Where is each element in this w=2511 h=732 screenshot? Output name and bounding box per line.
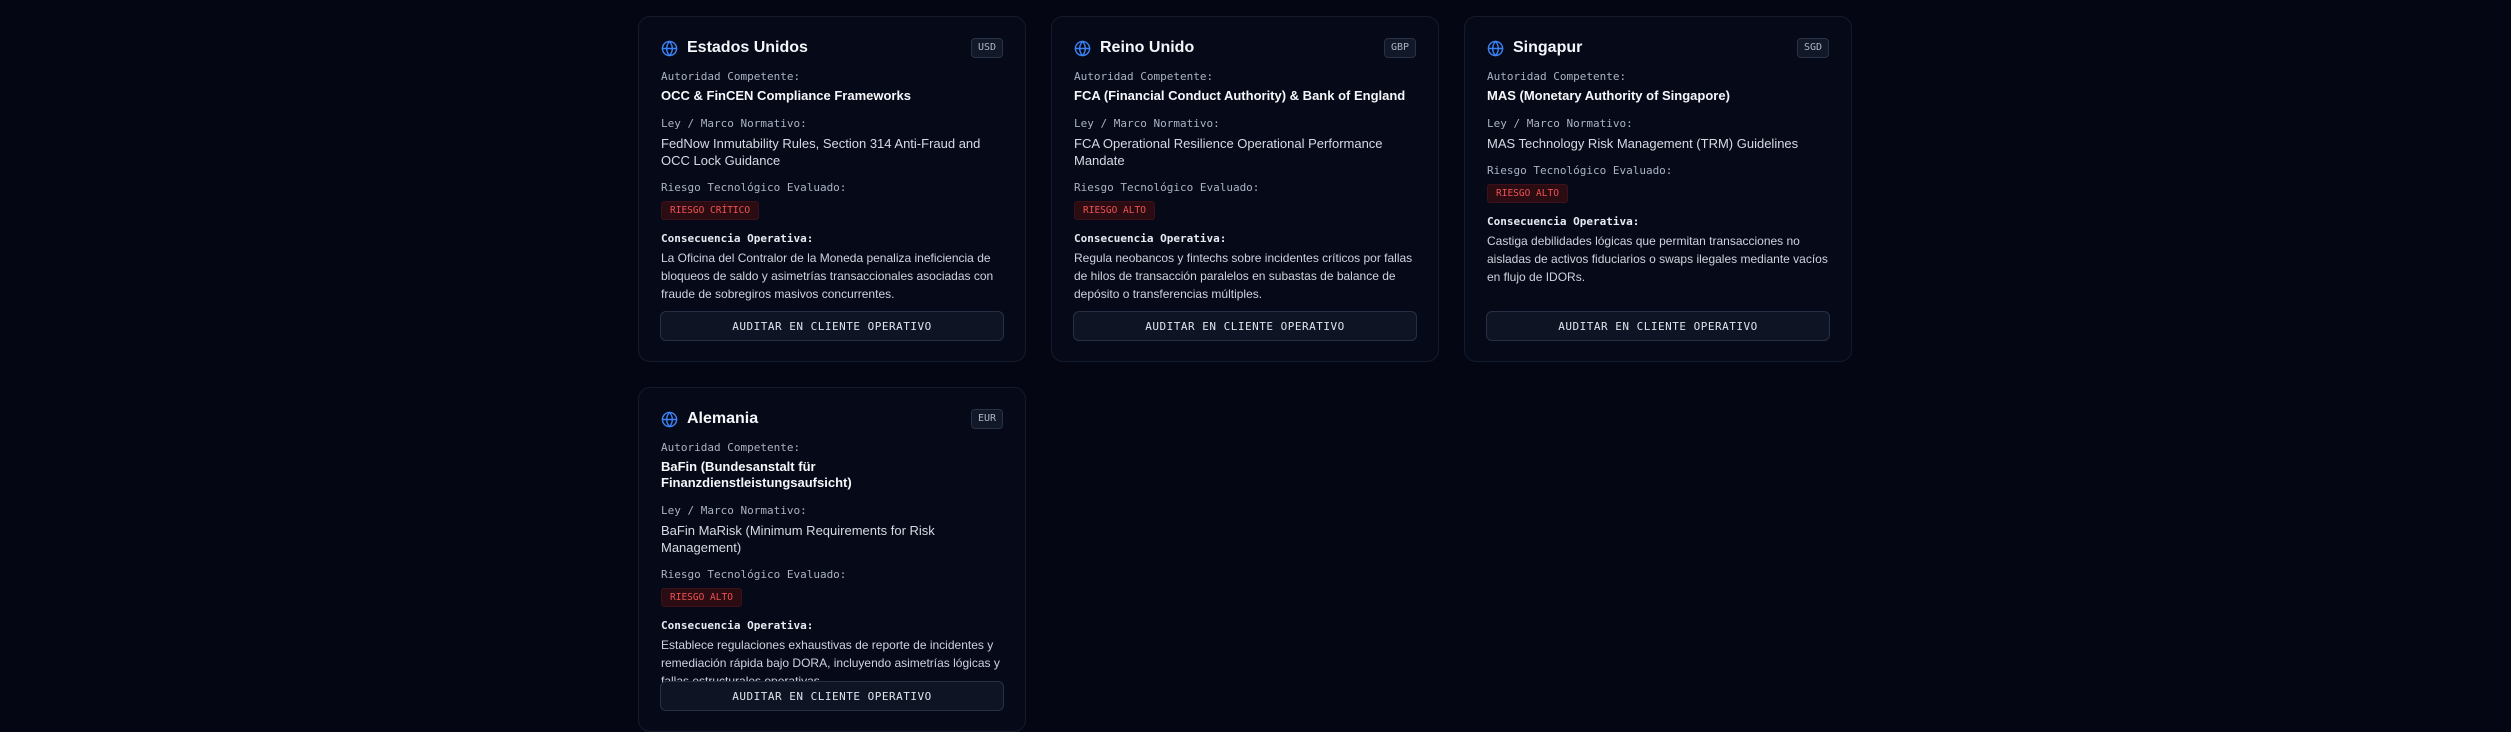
country-name: Reino Unido [1100, 39, 1195, 56]
authority-label: Autoridad Competente: [661, 70, 801, 83]
consequence-label: Consecuencia Operativa: [661, 232, 814, 245]
currency-badge: GBP [1383, 38, 1416, 58]
currency-badge: SGD [1796, 38, 1829, 58]
country-name: Singapur [1513, 39, 1583, 56]
consequence-label: Consecuencia Operativa: [661, 619, 814, 632]
audit-button[interactable]: AUDITAR EN CLIENTE OPERATIVO [1486, 311, 1830, 341]
law-label: Ley / Marco Normativo: [1487, 117, 1633, 130]
card-title-wrap: Singapur [1487, 39, 1582, 57]
authority-value: OCC & FinCEN Compliance Frameworks [661, 88, 911, 103]
jurisdiction-card: Singapur SGD Autoridad Competente: MAS (… [1464, 16, 1852, 362]
risk-badge: RIESGO CRÍTICO [661, 201, 760, 220]
authority-label: Autoridad Competente: [661, 441, 801, 454]
consequence-value: Castiga debilidades lógicas que permitan… [1487, 234, 1828, 284]
consequence-label: Consecuencia Operativa: [1074, 232, 1227, 245]
consequence-value: La Oficina del Contralor de la Moneda pe… [661, 251, 994, 301]
audit-button[interactable]: AUDITAR EN CLIENTE OPERATIVO [660, 311, 1004, 341]
globe-icon [1074, 40, 1091, 56]
country-name: Estados Unidos [687, 39, 808, 56]
audit-button[interactable]: AUDITAR EN CLIENTE OPERATIVO [1073, 311, 1417, 341]
risk-badge: RIESGO ALTO [661, 588, 742, 607]
card-header: Alemania EUR [661, 407, 1003, 431]
consequence-value: Regula neobancos y fintechs sobre incide… [1074, 251, 1413, 301]
globe-icon [661, 40, 678, 56]
risk-badge: RIESGO ALTO [1074, 201, 1155, 220]
card-header: Singapur SGD [1487, 36, 1829, 60]
law-label: Ley / Marco Normativo: [1074, 117, 1220, 130]
currency-badge: EUR [970, 409, 1003, 429]
authority-value: MAS (Monetary Authority of Singapore) [1487, 88, 1730, 103]
jurisdiction-card: Alemania EUR Autoridad Competente: BaFin… [638, 387, 1026, 732]
jurisdiction-grid: Estados Unidos USD Autoridad Competente:… [638, 16, 1856, 732]
risk-badge: RIESGO ALTO [1487, 184, 1568, 203]
law-value: FCA Operational Resilience Operational P… [1074, 136, 1383, 168]
jurisdiction-card: Estados Unidos USD Autoridad Competente:… [638, 16, 1026, 362]
card-header: Reino Unido GBP [1074, 36, 1416, 60]
risk-label: Riesgo Tecnológico Evaluado: [661, 181, 847, 194]
currency-badge: USD [970, 38, 1003, 58]
audit-button[interactable]: AUDITAR EN CLIENTE OPERATIVO [660, 681, 1004, 711]
consequence-label: Consecuencia Operativa: [1487, 215, 1640, 228]
authority-value: BaFin (Bundesanstalt für Finanzdienstlei… [661, 459, 852, 490]
globe-icon [661, 411, 678, 427]
risk-label: Riesgo Tecnológico Evaluado: [1074, 181, 1260, 194]
authority-label: Autoridad Competente: [1487, 70, 1627, 83]
globe-icon [1487, 40, 1504, 56]
law-value: FedNow Inmutability Rules, Section 314 A… [661, 136, 981, 168]
law-value: BaFin MaRisk (Minimum Requirements for R… [661, 523, 935, 555]
law-label: Ley / Marco Normativo: [661, 504, 807, 517]
authority-value: FCA (Financial Conduct Authority) & Bank… [1074, 88, 1406, 103]
authority-label: Autoridad Competente: [1074, 70, 1214, 83]
risk-label: Riesgo Tecnológico Evaluado: [661, 568, 847, 581]
card-title-wrap: Alemania [661, 410, 758, 428]
jurisdiction-card: Reino Unido GBP Autoridad Competente: FC… [1051, 16, 1439, 362]
law-label: Ley / Marco Normativo: [661, 117, 807, 130]
card-header: Estados Unidos USD [661, 36, 1003, 60]
risk-label: Riesgo Tecnológico Evaluado: [1487, 164, 1673, 177]
country-name: Alemania [687, 410, 759, 427]
law-value: MAS Technology Risk Management (TRM) Gui… [1487, 136, 1799, 151]
card-title-wrap: Reino Unido [1074, 39, 1194, 57]
card-title-wrap: Estados Unidos [661, 39, 808, 57]
